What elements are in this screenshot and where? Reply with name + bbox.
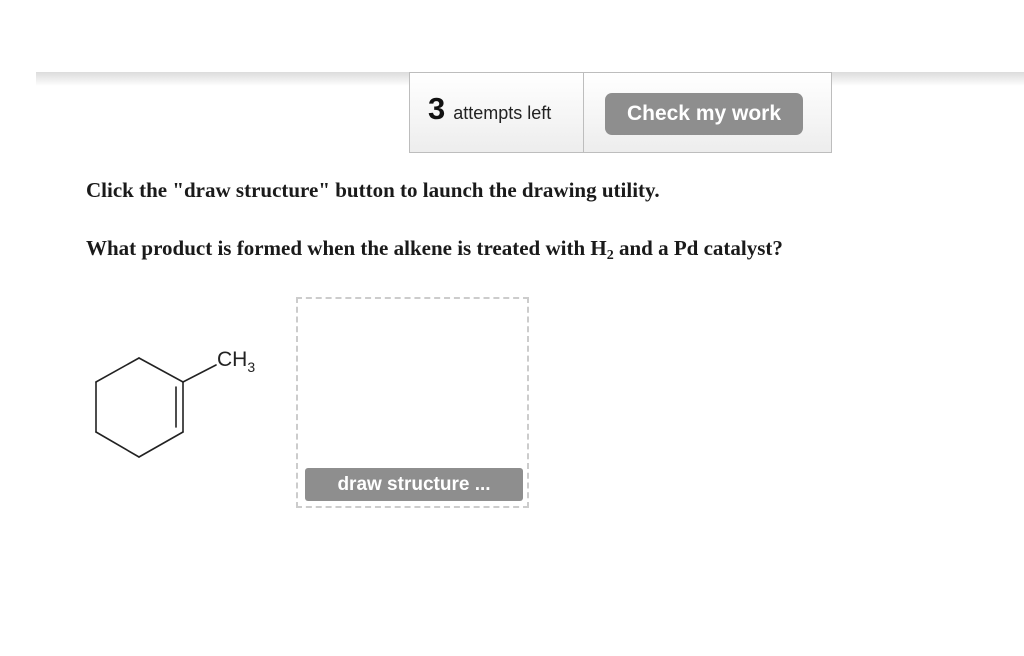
methylcyclohexene-structure: CH3 [95,348,255,458]
draw-structure-button[interactable]: draw structure ... [305,468,523,501]
attempts-label: attempts left [453,103,552,123]
instruction-text: Click the "draw structure" button to lau… [86,178,660,202]
question-text: What product is formed when the alkene i… [86,236,783,263]
attempts-indicator: 3 attempts left [428,91,551,127]
check-work-panel: Check my work [583,72,832,153]
methyl-label-subscript: 3 [247,359,255,375]
cyclohexene-ring [95,357,217,458]
question-subscript: 2 [606,248,614,263]
attempts-count: 3 [428,91,446,126]
methyl-label-ch: CH [217,348,247,371]
attempts-panel: 3 attempts left [409,72,583,153]
question-text-start: What product is formed when the alkene i… [86,236,607,260]
check-my-work-button[interactable]: Check my work [605,93,803,135]
drawing-area[interactable]: draw structure ... [296,297,529,508]
question-text-end: and a Pd catalyst? [613,236,783,260]
methyl-bond [182,364,217,383]
methyl-label: CH3 [217,348,255,375]
